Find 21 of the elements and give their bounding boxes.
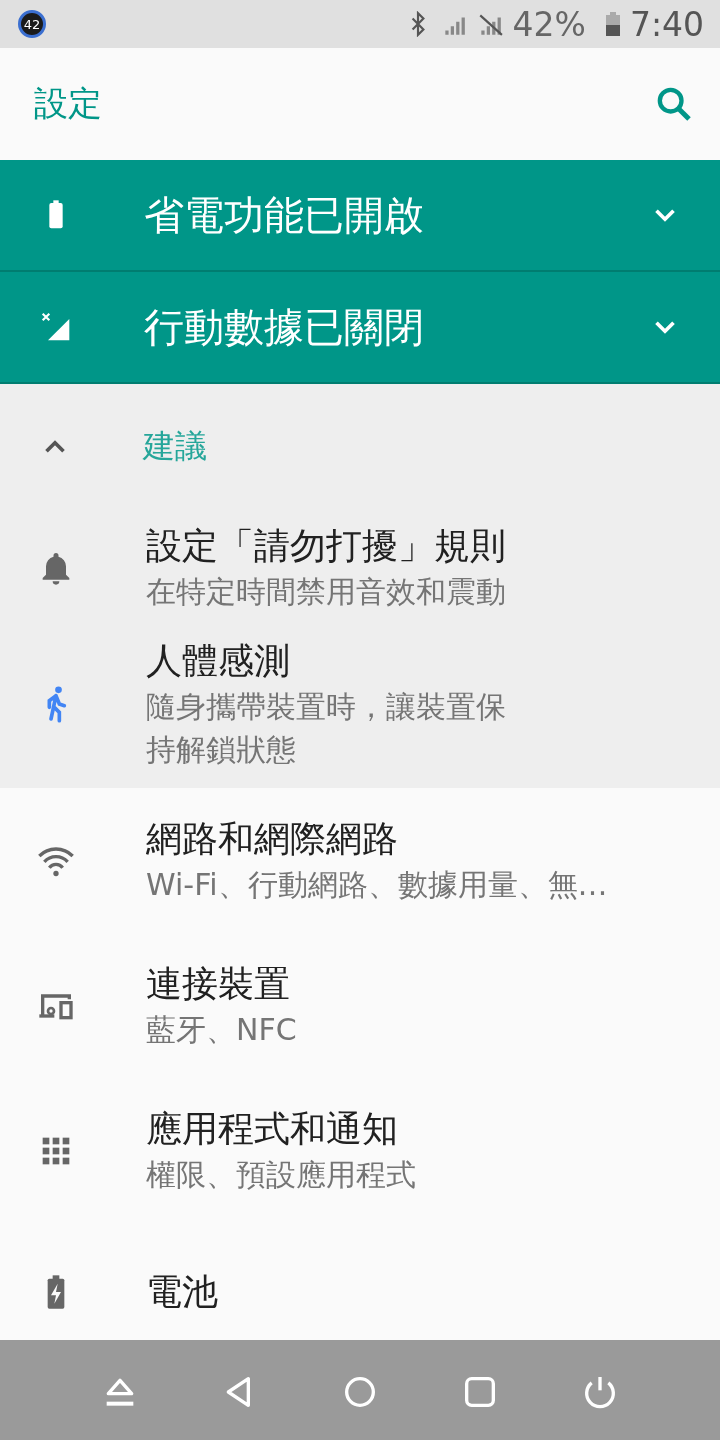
setting-title[interactable]: 連接裝置 (146, 960, 290, 1008)
setting-title[interactable]: 應用程式和通知 (146, 1105, 398, 1153)
condition-title: 省電功能已開啟 (144, 190, 424, 240)
setting-subtitle: 藍牙、NFC (146, 1011, 297, 1049)
section-title: 建議 (143, 426, 207, 467)
clock: 7:40 (629, 4, 704, 44)
battery-icon (605, 11, 620, 37)
suggestion-subtitle: 在特定時間禁用音效和震動 (146, 573, 507, 611)
setting-title[interactable]: 網路和網際網路 (146, 815, 398, 863)
suggestion-title[interactable]: 設定「請勿打擾」規則 (146, 522, 521, 570)
battery-percent: 42% (512, 4, 586, 44)
setting-subtitle: Wi-Fi、行動網路、數據用量、無… (146, 866, 608, 904)
condition-card[interactable]: 行動數據已關閉 (0, 272, 720, 384)
condition-title: 行動數據已關閉 (144, 302, 424, 352)
condition-card[interactable]: 省電功能已開啟 (0, 160, 720, 272)
suggestion-subtitle: 隨身攜帶裝置時，讓裝置保持解鎖狀態 (146, 688, 507, 769)
notification-badge: 42 (18, 10, 46, 38)
suggestion-title[interactable]: 人體感測 (146, 637, 521, 685)
app-title: 設定 (34, 82, 102, 125)
setting-subtitle: 權限、預設應用程式 (146, 1156, 416, 1194)
setting-title[interactable]: 電池 (146, 1268, 218, 1316)
